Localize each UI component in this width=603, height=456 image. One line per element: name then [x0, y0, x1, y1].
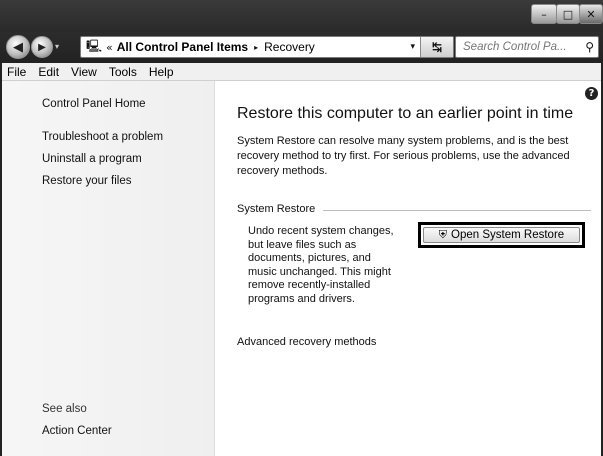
- close-button[interactable]: ✕: [579, 4, 603, 24]
- system-restore-description: Undo recent system changes, but leave fi…: [248, 225, 394, 305]
- breadcrumb-recovery[interactable]: Recovery: [264, 40, 315, 54]
- refresh-icon: ↹: [431, 40, 443, 54]
- address-bar[interactable]: 🖳 « All Control Panel Items ▸ Recovery ▾…: [80, 36, 454, 58]
- shield-icon: ⛨: [438, 228, 448, 241]
- search-icon[interactable]: ⚲: [585, 40, 594, 54]
- title-bar[interactable]: – □ ✕: [0, 0, 603, 32]
- address-dropdown-icon[interactable]: ▾: [410, 42, 415, 52]
- open-system-restore-button[interactable]: ⛨ Open System Restore: [423, 227, 580, 243]
- refresh-button[interactable]: ↹: [420, 37, 453, 57]
- search-input[interactable]: [461, 40, 580, 54]
- recovery-window: – □ ✕ ◀ ▶ ▾ 🖳 « All Control Panel Items …: [0, 0, 603, 456]
- back-arrow-icon: ◀: [13, 39, 23, 55]
- menu-edit[interactable]: Edit: [32, 65, 65, 79]
- sidebar-control-panel-home[interactable]: Control Panel Home: [42, 98, 146, 110]
- sidebar-action-center[interactable]: Action Center: [42, 425, 112, 437]
- minimize-button[interactable]: –: [531, 4, 557, 24]
- page-title: Restore this computer to an earlier poin…: [237, 105, 574, 122]
- forward-button[interactable]: ▶: [31, 36, 53, 58]
- menu-view[interactable]: View: [65, 65, 103, 79]
- maximize-button[interactable]: □: [556, 4, 580, 24]
- back-button[interactable]: ◀: [6, 35, 30, 59]
- group-divider: [323, 210, 591, 211]
- intro-text: System Restore can resolve many system p…: [237, 135, 570, 177]
- system-restore-group-label: System Restore: [237, 203, 316, 215]
- help-icon[interactable]: ?: [585, 87, 598, 100]
- control-panel-icon: 🖳: [86, 38, 103, 53]
- forward-arrow-icon: ▶: [38, 41, 46, 53]
- content-area: Control Panel Home Troubleshoot a proble…: [2, 81, 601, 456]
- maximize-icon: □: [562, 7, 574, 21]
- sidebar-troubleshoot[interactable]: Troubleshoot a problem: [42, 131, 163, 143]
- minimize-icon: –: [541, 7, 547, 21]
- see-also-label: See also: [42, 403, 87, 415]
- sidebar-uninstall-program[interactable]: Uninstall a program: [42, 153, 142, 165]
- sidebar: Control Panel Home Troubleshoot a proble…: [2, 81, 215, 456]
- breadcrumb-separator-icon[interactable]: ▸: [254, 43, 258, 52]
- open-system-restore-focus-ring: ⛨ Open System Restore: [418, 222, 585, 248]
- menu-tools[interactable]: Tools: [103, 65, 143, 79]
- recent-pages-dropdown-icon[interactable]: ▾: [55, 42, 59, 51]
- sidebar-restore-files[interactable]: Restore your files: [42, 175, 131, 187]
- advanced-recovery-link[interactable]: Advanced recovery methods: [237, 336, 376, 348]
- menu-file[interactable]: File: [2, 65, 32, 79]
- close-icon: ✕: [586, 7, 596, 21]
- breadcrumb-all-control-panel-items[interactable]: All Control Panel Items: [117, 40, 248, 54]
- menu-help[interactable]: Help: [143, 65, 180, 79]
- menu-bar: File Edit View Tools Help: [2, 63, 601, 81]
- breadcrumb-overflow-chevron[interactable]: «: [106, 41, 113, 54]
- search-box[interactable]: ⚲: [455, 36, 599, 58]
- main-panel: ? Restore this computer to an earlier po…: [215, 81, 601, 456]
- navigation-bar: ◀ ▶ ▾ 🖳 « All Control Panel Items ▸ Reco…: [0, 32, 603, 62]
- open-system-restore-label: Open System Restore: [451, 229, 565, 241]
